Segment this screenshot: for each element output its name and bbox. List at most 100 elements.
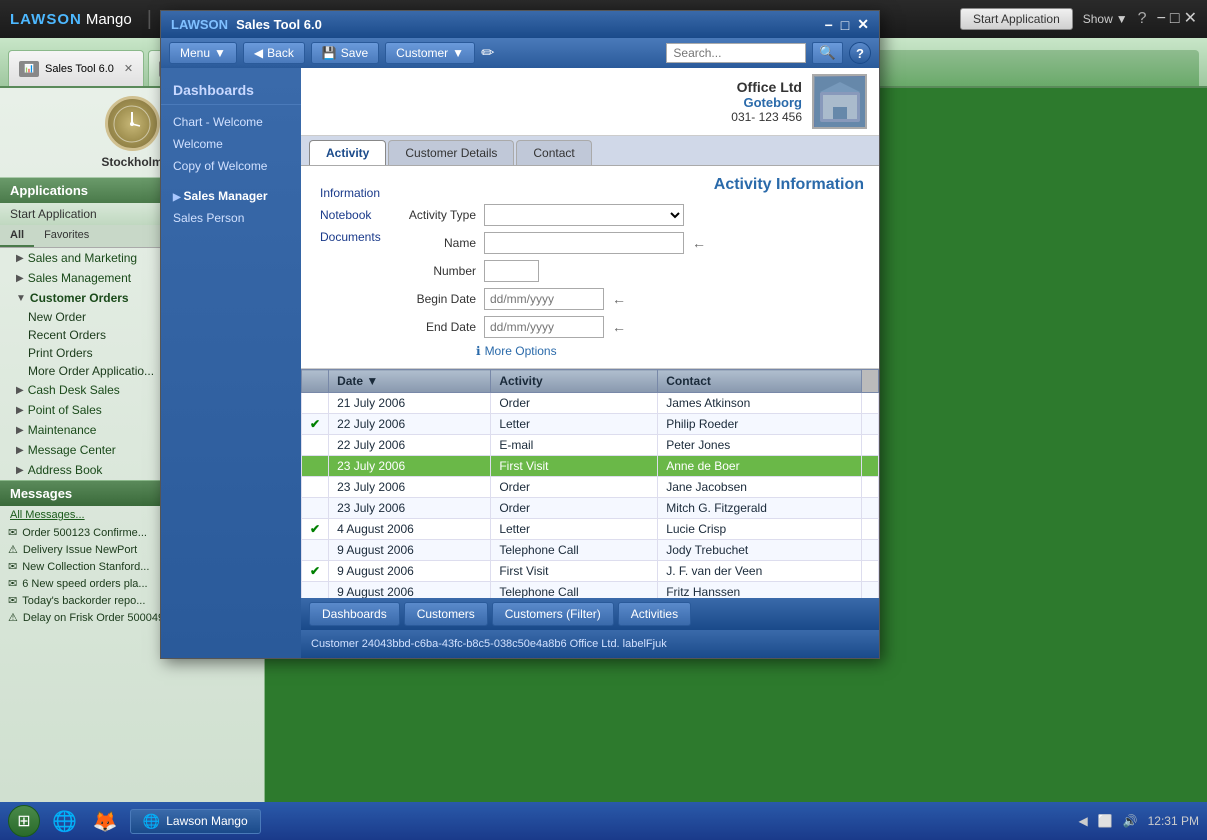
show-button[interactable]: Show ▼	[1083, 12, 1128, 26]
activity-type-select[interactable]	[484, 204, 684, 226]
nav-welcome[interactable]: Welcome	[161, 133, 301, 155]
nav-tab-favorites[interactable]: Favorites	[34, 225, 99, 247]
help-icon[interactable]: ?	[1138, 10, 1147, 28]
begin-date-input[interactable]	[484, 288, 604, 310]
company-info: Office Ltd Goteborg 031- 123 456	[731, 79, 802, 124]
taskbar-firefox-icon[interactable]: 🦊	[89, 807, 122, 836]
modal-search-button[interactable]: 🔍	[812, 42, 843, 64]
bottom-nav-customers[interactable]: Customers	[404, 602, 488, 626]
name-arrow-icon[interactable]: ←	[692, 235, 706, 251]
number-label: Number	[396, 264, 476, 278]
customer-button[interactable]: Customer ▼	[385, 42, 475, 64]
cell-date: 9 August 2006	[329, 561, 491, 582]
end-date-arrow-icon[interactable]: ←	[612, 319, 626, 335]
cell-scroll	[862, 582, 879, 599]
nav-chart-welcome[interactable]: Chart - Welcome	[161, 111, 301, 133]
table-row[interactable]: 21 July 2006 Order James Atkinson	[302, 393, 879, 414]
menu-button[interactable]: Menu ▼	[169, 42, 237, 64]
taskbar-volume-icon[interactable]: 🔊	[1123, 814, 1138, 828]
more-options-button[interactable]: ℹ More Options	[396, 344, 864, 358]
activity-type-label: Activity Type	[396, 208, 476, 222]
taskbar-screen-icon: ⬜	[1098, 814, 1113, 828]
modal-search-input[interactable]	[666, 43, 806, 63]
modal-close[interactable]: ✕	[857, 16, 869, 33]
cell-activity: E-mail	[491, 435, 658, 456]
taskbar-ie-icon[interactable]: 🌐	[48, 807, 81, 836]
number-input[interactable]	[484, 260, 539, 282]
table-row[interactable]: 23 July 2006 Order Mitch G. Fitzgerald	[302, 498, 879, 519]
modal-help-button[interactable]: ?	[849, 42, 871, 64]
activity-form-panel: Information Notebook Documents Activity …	[301, 166, 879, 369]
cell-date: 22 July 2006	[329, 435, 491, 456]
table-row[interactable]: ✔ 9 August 2006 First Visit J. F. van de…	[302, 561, 879, 582]
end-date-input[interactable]	[484, 316, 604, 338]
cell-date: 4 August 2006	[329, 519, 491, 540]
edit-icon[interactable]: ✏	[481, 43, 494, 63]
minimize-button[interactable]: −	[1157, 11, 1166, 27]
bottom-nav-customers-filter[interactable]: Customers (Filter)	[492, 602, 614, 626]
table-row[interactable]: ✔ 4 August 2006 Letter Lucie Crisp	[302, 519, 879, 540]
cell-scroll	[862, 519, 879, 540]
taskbar-lawson-app[interactable]: 🌐 Lawson Mango	[130, 809, 261, 834]
table-row[interactable]: 23 July 2006 First Visit Anne de Boer	[302, 456, 879, 477]
info-link[interactable]: Information	[316, 184, 396, 202]
logo-lawson: LAWSON	[10, 11, 82, 28]
bottom-nav-activities[interactable]: Activities	[618, 602, 691, 626]
nav-sales-person[interactable]: Sales Person	[161, 207, 301, 229]
col-scroll	[862, 370, 879, 393]
cell-contact: Lucie Crisp	[658, 519, 862, 540]
cell-check	[302, 477, 329, 498]
modal-content: Office Ltd Goteborg 031- 123 456	[301, 68, 879, 658]
table-scroll[interactable]: Date ▼ Activity Contact 21 July 2006 Ord…	[301, 369, 879, 598]
cell-activity: First Visit	[491, 561, 658, 582]
bottom-nav-dashboards[interactable]: Dashboards	[309, 602, 400, 626]
modal-body: Dashboards Chart - Welcome Welcome Copy …	[161, 68, 879, 658]
table-row[interactable]: 22 July 2006 E-mail Peter Jones	[302, 435, 879, 456]
cell-activity: Letter	[491, 414, 658, 435]
name-input[interactable]	[484, 232, 684, 254]
modal-minimize[interactable]: −	[825, 17, 833, 33]
cell-contact: Anne de Boer	[658, 456, 862, 477]
tab-contact[interactable]: Contact	[516, 140, 591, 165]
company-header: Office Ltd Goteborg 031- 123 456	[301, 68, 879, 136]
col-date[interactable]: Date ▼	[329, 370, 491, 393]
cell-activity: Letter	[491, 519, 658, 540]
tab-close[interactable]: ✕	[124, 62, 133, 75]
back-button[interactable]: ◀ Back	[243, 42, 305, 64]
tab-sales-tool[interactable]: 📊 Sales Tool 6.0 ✕	[8, 50, 144, 86]
content-tabs: Activity Customer Details Contact	[301, 136, 879, 166]
begin-date-arrow-icon[interactable]: ←	[612, 291, 626, 307]
maximize-button[interactable]: □	[1170, 11, 1180, 27]
cell-date: 23 July 2006	[329, 477, 491, 498]
tab-icon: 📊	[19, 61, 39, 77]
start-application-button[interactable]: Start Application	[960, 8, 1073, 30]
modal-nav: Dashboards Chart - Welcome Welcome Copy …	[161, 68, 301, 658]
logo-product: Mango	[86, 11, 132, 28]
table-row[interactable]: 23 July 2006 Order Jane Jacobsen	[302, 477, 879, 498]
modal-bottom-nav: Dashboards Customers Customers (Filter) …	[301, 598, 879, 630]
start-button[interactable]: ⊞	[8, 805, 40, 837]
number-row: Number	[396, 260, 864, 282]
col-contact[interactable]: Contact	[658, 370, 862, 393]
documents-link[interactable]: Documents	[316, 228, 396, 246]
cell-date: 22 July 2006	[329, 414, 491, 435]
modal-restore[interactable]: □	[841, 17, 849, 33]
nav-prev-icon[interactable]: ◀	[1078, 814, 1087, 828]
modal-titlebar: LAWSON Sales Tool 6.0 − □ ✕	[161, 11, 879, 38]
table-row[interactable]: 9 August 2006 Telephone Call Fritz Hanss…	[302, 582, 879, 599]
activity-table: Date ▼ Activity Contact 21 July 2006 Ord…	[301, 369, 879, 598]
tab-customer-details[interactable]: Customer Details	[388, 140, 514, 165]
cell-scroll	[862, 456, 879, 477]
clock-city-label: Stockholm	[101, 155, 162, 169]
status-bar: Customer 24043bbd-c6ba-43fc-b8c5-038c50e…	[301, 630, 879, 658]
save-button[interactable]: 💾 Save	[311, 42, 379, 64]
col-activity[interactable]: Activity	[491, 370, 658, 393]
nav-copy-welcome[interactable]: Copy of Welcome	[161, 155, 301, 177]
notebook-link[interactable]: Notebook	[316, 206, 396, 224]
cell-scroll	[862, 393, 879, 414]
table-row[interactable]: 9 August 2006 Telephone Call Jody Trebuc…	[302, 540, 879, 561]
table-row[interactable]: ✔ 22 July 2006 Letter Philip Roeder	[302, 414, 879, 435]
tab-activity[interactable]: Activity	[309, 140, 386, 165]
close-button[interactable]: ✕	[1184, 11, 1197, 27]
nav-tab-all[interactable]: All	[0, 225, 34, 247]
